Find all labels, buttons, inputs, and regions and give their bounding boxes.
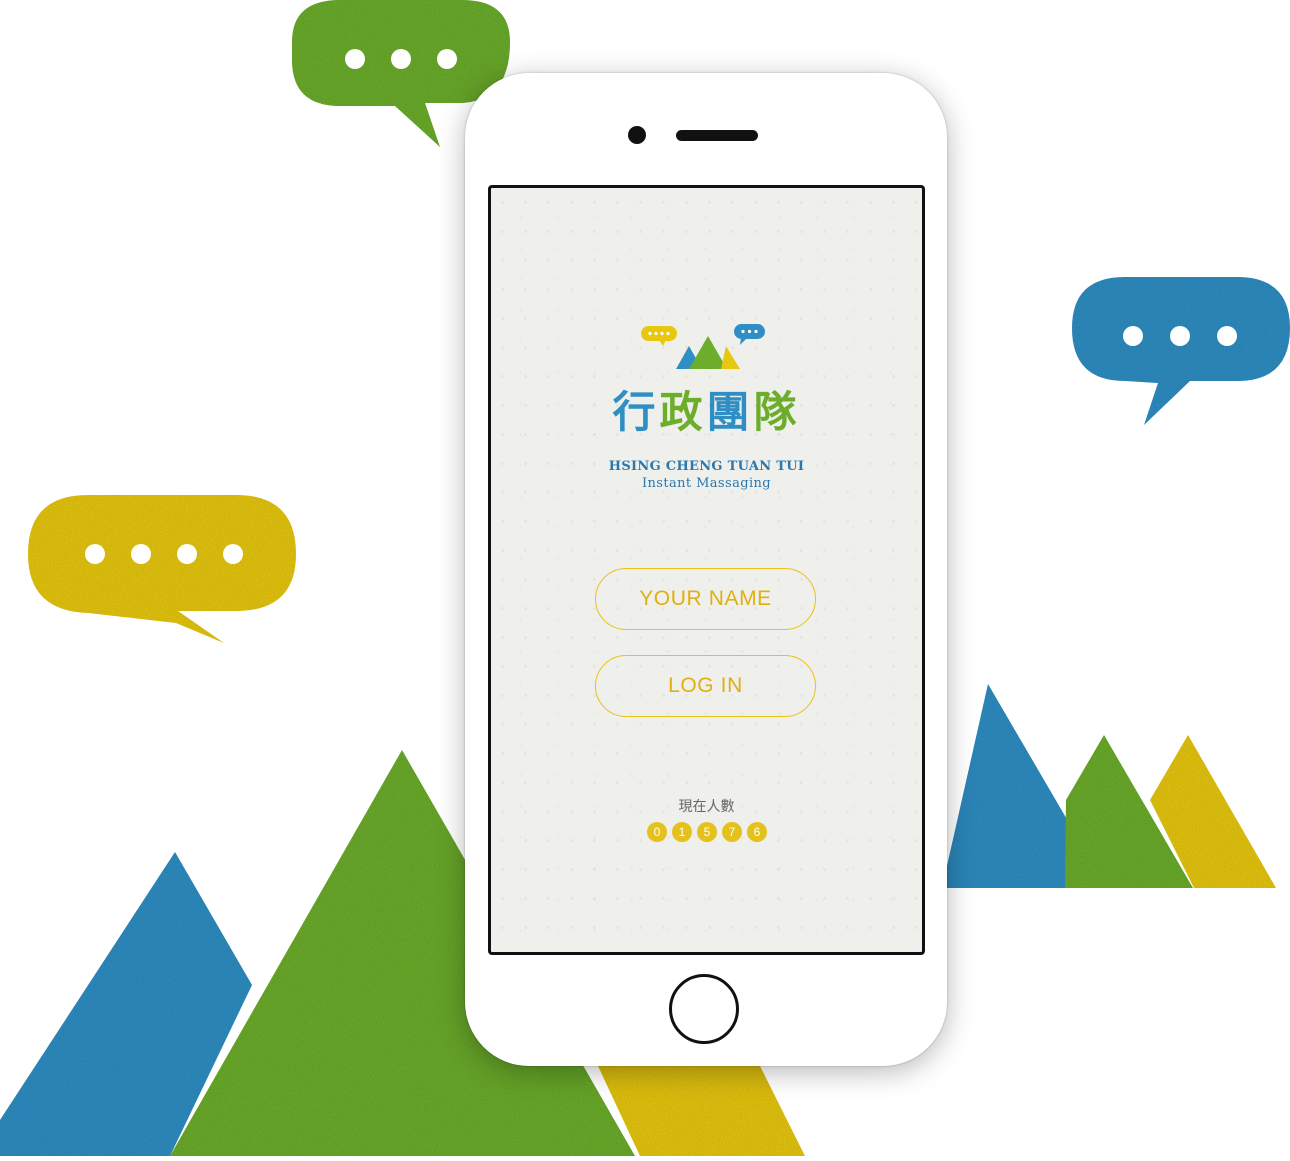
- title-char-2: 政: [659, 388, 707, 438]
- online-count-digit: 5: [697, 822, 717, 842]
- online-count-digit: 6: [747, 822, 767, 842]
- online-count-digit: 0: [647, 822, 667, 842]
- speech-bubble-blue-icon: [1072, 277, 1290, 425]
- app-subtitle-romanized: HSING CHENG TUAN TUI: [608, 459, 805, 474]
- phone-mockup: 行政團隊 HSING CHENG TUAN TUI Instant Massag…: [465, 73, 947, 1066]
- app-logo-icon: [641, 324, 765, 369]
- online-count: 0 1 5 7 6: [647, 822, 767, 842]
- online-count-digit: 7: [722, 822, 742, 842]
- login-button[interactable]: LOG IN: [595, 655, 816, 717]
- mountain-yellow-bottom: [598, 1066, 805, 1156]
- front-camera: [628, 126, 646, 144]
- online-count-label: 現在人數: [678, 799, 735, 815]
- app-subtitle-tagline: Instant Massaging: [641, 476, 771, 491]
- app-screen: 行政團隊 HSING CHENG TUAN TUI Instant Massag…: [488, 185, 925, 955]
- title-char-1: 行: [612, 388, 660, 438]
- title-char-4: 隊: [753, 388, 801, 438]
- app-title: 行政團隊: [491, 388, 922, 438]
- online-count-digit: 1: [672, 822, 692, 842]
- title-char-3: 團: [706, 388, 754, 438]
- earpiece-speaker: [676, 130, 758, 141]
- speech-bubble-yellow-icon: [28, 495, 296, 643]
- name-input[interactable]: [595, 568, 816, 630]
- home-button[interactable]: [669, 974, 739, 1044]
